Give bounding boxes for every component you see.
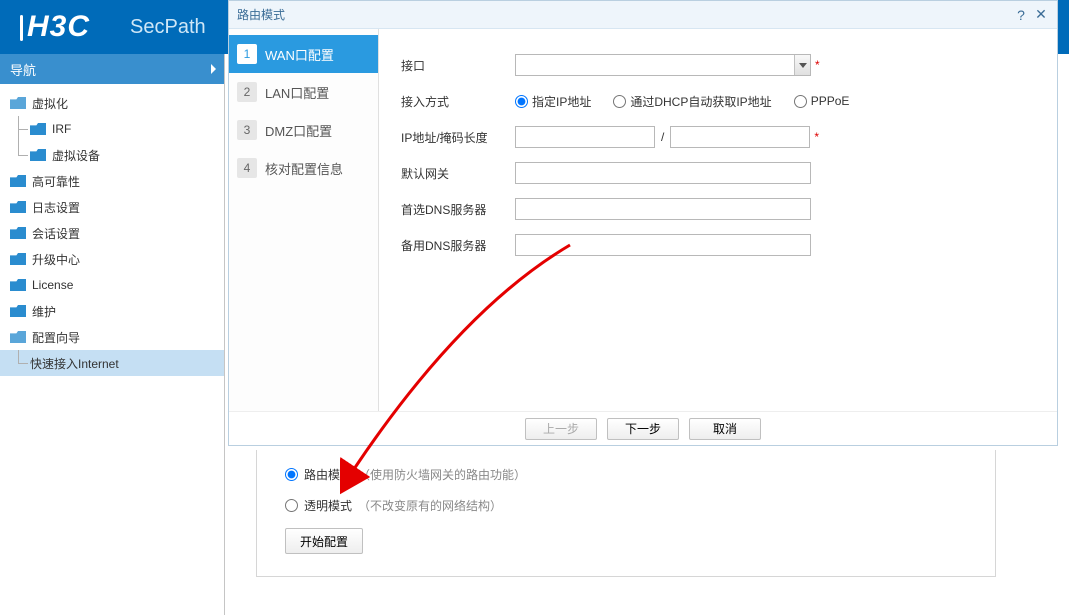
cancel-button[interactable]: 取消	[689, 418, 761, 440]
access-dhcp-label: 通过DHCP自动获取IP地址	[630, 93, 771, 110]
required-star: *	[815, 58, 820, 72]
step-label: 核对配置信息	[265, 159, 343, 178]
route-mode-radio[interactable]	[285, 468, 298, 481]
dialog-footer: 上一步 下一步 取消	[229, 411, 1057, 445]
tree-label: IRF	[52, 122, 71, 136]
mode-panel: 路由模式 （使用防火墙网关的路由功能） 透明模式 （不改变原有的网络结构） 开始…	[256, 450, 996, 577]
folder-icon	[10, 227, 26, 239]
folder-icon	[30, 123, 46, 135]
folder-icon	[30, 149, 46, 161]
tree-item-irf[interactable]: IRF	[0, 116, 224, 142]
step-number: 4	[237, 158, 257, 178]
step-label: WAN口配置	[265, 45, 334, 64]
dns2-input[interactable]	[515, 234, 811, 256]
dns1-input[interactable]	[515, 198, 811, 220]
step-number: 2	[237, 82, 257, 102]
logo: H3C	[20, 10, 90, 44]
interface-select[interactable]	[515, 54, 811, 76]
tree-item-log[interactable]: 日志设置	[0, 194, 224, 220]
dns2-label: 备用DNS服务器	[401, 237, 515, 254]
folder-icon	[10, 175, 26, 187]
folder-open-icon	[10, 331, 26, 343]
tree-item-virtual-device[interactable]: 虚拟设备	[0, 142, 224, 168]
tree-item-config-wizard[interactable]: 配置向导	[0, 324, 224, 350]
tree-label: 会话设置	[32, 225, 80, 242]
tree-label: License	[32, 278, 73, 292]
close-icon[interactable]: ✕	[1033, 7, 1049, 23]
step-number: 1	[237, 44, 257, 64]
route-mode-label: 路由模式	[304, 466, 352, 483]
folder-icon	[10, 201, 26, 213]
access-pppoe-radio[interactable]	[794, 95, 807, 108]
tree-label: 虚拟化	[32, 95, 68, 112]
step-label: DMZ口配置	[265, 121, 332, 140]
tree-label: 配置向导	[32, 329, 80, 346]
step-wan[interactable]: 1 WAN口配置	[229, 35, 378, 73]
tree-label: 高可靠性	[32, 173, 80, 190]
folder-icon	[10, 305, 26, 317]
sidebar: 导航 虚拟化 IRF 虚拟设备 高可靠性 日志设置 会话设置 升级中心 Lice…	[0, 54, 225, 615]
dialog-title-text: 路由模式	[237, 6, 285, 23]
chevron-down-icon	[794, 55, 810, 75]
step-label: LAN口配置	[265, 83, 329, 102]
next-button[interactable]: 下一步	[607, 418, 679, 440]
required-star: *	[814, 130, 819, 144]
tree-label: 虚拟设备	[52, 147, 100, 164]
prev-button[interactable]: 上一步	[525, 418, 597, 440]
tree-item-ha[interactable]: 高可靠性	[0, 168, 224, 194]
tree-item-upgrade[interactable]: 升级中心	[0, 246, 224, 272]
tree-item-maintain[interactable]: 维护	[0, 298, 224, 324]
help-icon[interactable]: ?	[1013, 7, 1029, 23]
folder-open-icon	[10, 97, 26, 109]
route-mode-dialog: 路由模式 ? ✕ 1 WAN口配置 2 LAN口配置 3 DMZ口配置 4 核对配置信息…	[228, 0, 1058, 446]
access-static-option[interactable]: 指定IP地址	[515, 93, 591, 110]
tree-label: 维护	[32, 303, 56, 320]
gateway-label: 默认网关	[401, 165, 515, 182]
tree-label: 日志设置	[32, 199, 80, 216]
mask-input[interactable]	[670, 126, 810, 148]
transparent-mode-row[interactable]: 透明模式 （不改变原有的网络结构）	[285, 497, 967, 514]
access-static-radio[interactable]	[515, 95, 528, 108]
nav-tree: 虚拟化 IRF 虚拟设备 高可靠性 日志设置 会话设置 升级中心 License…	[0, 84, 224, 376]
chevron-right-icon	[211, 64, 216, 74]
access-pppoe-label: PPPoE	[811, 94, 850, 108]
dialog-titlebar: 路由模式 ? ✕	[229, 1, 1057, 29]
ip-address-input[interactable]	[515, 126, 655, 148]
tree-item-virtualization[interactable]: 虚拟化	[0, 90, 224, 116]
folder-icon	[10, 253, 26, 265]
transparent-mode-desc: （不改变原有的网络结构）	[358, 497, 502, 514]
dns1-label: 首选DNS服务器	[401, 201, 515, 218]
access-label: 接入方式	[401, 93, 515, 110]
nav-title: 导航	[10, 60, 36, 79]
tree-item-license[interactable]: License	[0, 272, 224, 298]
start-config-button[interactable]: 开始配置	[285, 528, 363, 554]
transparent-mode-label: 透明模式	[304, 497, 352, 514]
access-static-label: 指定IP地址	[532, 93, 591, 110]
route-mode-row[interactable]: 路由模式 （使用防火墙网关的路由功能）	[285, 466, 967, 483]
interface-label: 接口	[401, 57, 515, 74]
step-lan[interactable]: 2 LAN口配置	[229, 73, 378, 111]
product-name: SecPath	[130, 16, 206, 39]
tree-item-session[interactable]: 会话设置	[0, 220, 224, 246]
wan-form: 接口 * 接入方式 指定IP地址 通过DHCP自动获取IP地址 PPPoE IP…	[379, 29, 1057, 411]
tree-item-quick-internet[interactable]: 快速接入Internet	[0, 350, 224, 376]
tree-label: 快速接入Internet	[30, 355, 119, 372]
access-dhcp-radio[interactable]	[613, 95, 626, 108]
slash-separator: /	[661, 130, 664, 144]
tree-label: 升级中心	[32, 251, 80, 268]
gateway-input[interactable]	[515, 162, 811, 184]
transparent-mode-radio[interactable]	[285, 499, 298, 512]
step-dmz[interactable]: 3 DMZ口配置	[229, 111, 378, 149]
ip-label: IP地址/掩码长度	[401, 129, 515, 146]
folder-icon	[10, 279, 26, 291]
step-review[interactable]: 4 核对配置信息	[229, 149, 378, 187]
wizard-steps: 1 WAN口配置 2 LAN口配置 3 DMZ口配置 4 核对配置信息	[229, 29, 379, 411]
route-mode-desc: （使用防火墙网关的路由功能）	[358, 466, 526, 483]
step-number: 3	[237, 120, 257, 140]
nav-header[interactable]: 导航	[0, 54, 224, 84]
logo-text: H3C	[27, 10, 90, 43]
access-dhcp-option[interactable]: 通过DHCP自动获取IP地址	[613, 93, 771, 110]
access-pppoe-option[interactable]: PPPoE	[794, 94, 850, 108]
